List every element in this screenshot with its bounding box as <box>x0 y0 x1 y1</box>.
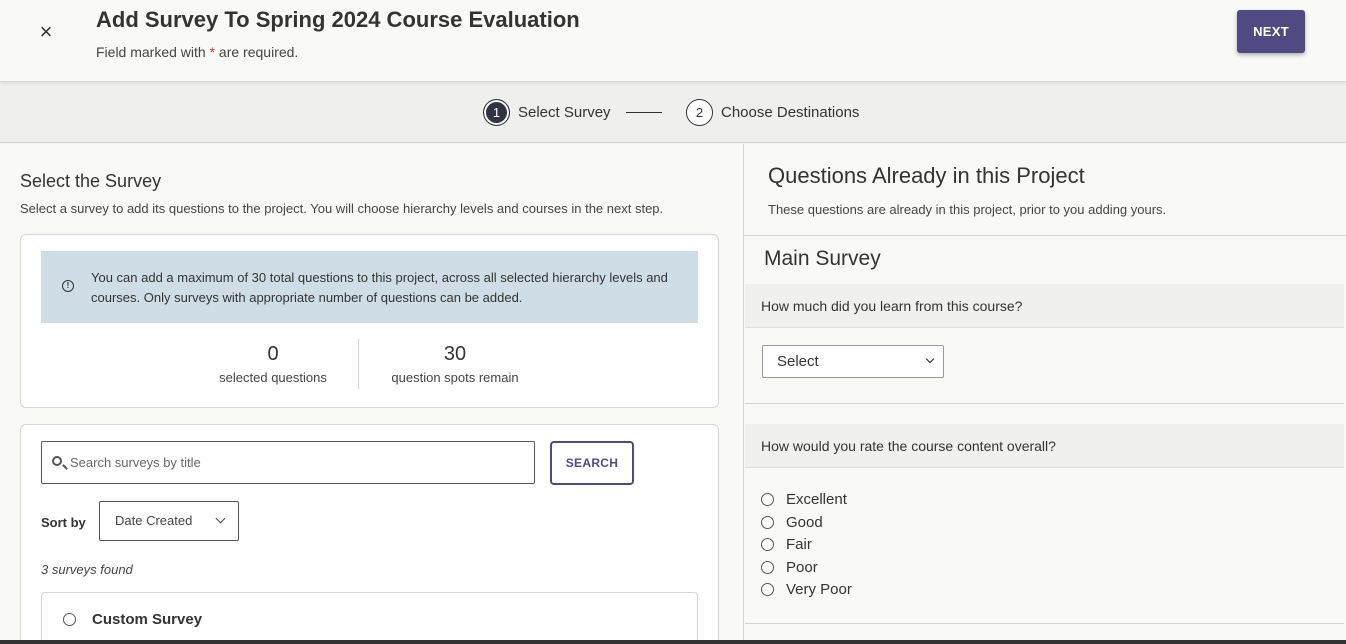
survey-section-title: Main Survey <box>764 247 881 270</box>
answer-select[interactable]: Select <box>762 345 944 378</box>
question-limit-card: ! You can add a maximum of 30 total ques… <box>20 234 719 408</box>
stat-value: 0 <box>267 343 279 365</box>
required-note: Field marked with * are required. <box>96 44 298 60</box>
divider <box>744 235 1346 236</box>
radio-option-very-poor[interactable]: Very Poor <box>761 581 852 598</box>
panel-title: Questions Already in this Project <box>768 163 1085 188</box>
step-label: Select Survey <box>518 104 611 121</box>
sort-select[interactable]: Date Created <box>99 501 239 541</box>
sort-selected-value: Date Created <box>115 513 193 528</box>
info-icon: ! <box>62 280 74 292</box>
option-label: Poor <box>786 559 818 576</box>
results-count: 3 surveys found <box>41 562 133 577</box>
radio-option-good[interactable]: Good <box>761 514 823 531</box>
required-note-suffix: are required. <box>215 44 299 60</box>
existing-questions-panel: Questions Already in this Project These … <box>743 144 1346 644</box>
wizard-stepper: 1 Select Survey 2 Choose Destinations <box>0 83 1346 143</box>
step-select-survey: 1 Select Survey <box>483 99 611 126</box>
select-survey-panel: Select the Survey Select a survey to add… <box>0 144 742 644</box>
chevron-down-icon <box>215 513 226 524</box>
stat-label: selected questions <box>219 370 327 385</box>
section-description: Select a survey to add its questions to … <box>20 201 664 216</box>
close-icon[interactable]: × <box>34 20 58 44</box>
step-connector <box>626 112 662 113</box>
remaining-spots-stat: 30 question spots remain <box>381 343 529 385</box>
panel-description: These questions are already in this proj… <box>768 202 1167 217</box>
step-number: 1 <box>483 99 510 126</box>
search-input[interactable] <box>70 442 530 483</box>
search-icon <box>52 456 62 466</box>
survey-radio[interactable] <box>63 613 76 626</box>
option-radio[interactable] <box>761 561 774 574</box>
stat-label: question spots remain <box>391 370 519 385</box>
sort-label: Sort by <box>41 515 86 530</box>
info-text: You can add a maximum of 30 total questi… <box>91 270 668 305</box>
option-radio[interactable] <box>761 538 774 551</box>
chevron-down-icon <box>925 354 935 364</box>
search-field[interactable] <box>41 441 535 484</box>
info-banner: ! You can add a maximum of 30 total ques… <box>41 251 698 323</box>
selected-questions-stat: 0 selected questions <box>211 343 335 385</box>
survey-option[interactable]: Custom Survey <box>41 592 698 644</box>
step-label: Choose Destinations <box>721 104 860 121</box>
window-bottom-edge <box>0 640 1346 644</box>
survey-name: Custom Survey <box>92 611 203 628</box>
next-button[interactable]: NEXT <box>1237 10 1305 53</box>
option-radio[interactable] <box>761 493 774 506</box>
page-header: × Add Survey To Spring 2024 Course Evalu… <box>0 0 1346 82</box>
stat-divider <box>358 339 359 389</box>
option-label: Fair <box>786 536 812 553</box>
option-label: Good <box>786 514 823 531</box>
question-text: How much did you learn from this course? <box>745 284 1344 328</box>
step-number: 2 <box>686 99 713 126</box>
step-choose-destinations: 2 Choose Destinations <box>686 99 859 126</box>
option-radio[interactable] <box>761 516 774 529</box>
question-block: How would you rate the course content ov… <box>745 424 1344 624</box>
radio-option-poor[interactable]: Poor <box>761 559 818 576</box>
question-block: How much did you learn from this course?… <box>745 284 1344 404</box>
search-button[interactable]: SEARCH <box>550 441 634 485</box>
radio-option-fair[interactable]: Fair <box>761 536 812 553</box>
survey-search-card: SEARCH Sort by Date Created 3 surveys fo… <box>20 424 719 644</box>
radio-option-excellent[interactable]: Excellent <box>761 491 847 508</box>
page-title: Add Survey To Spring 2024 Course Evaluat… <box>96 7 580 32</box>
section-title: Select the Survey <box>20 171 162 191</box>
select-value: Select <box>777 353 819 370</box>
option-radio[interactable] <box>761 583 774 596</box>
required-note-prefix: Field marked with <box>96 44 210 60</box>
option-label: Excellent <box>786 491 847 508</box>
option-label: Very Poor <box>786 581 852 598</box>
stat-value: 30 <box>443 343 467 365</box>
question-text: How would you rate the course content ov… <box>745 424 1344 468</box>
